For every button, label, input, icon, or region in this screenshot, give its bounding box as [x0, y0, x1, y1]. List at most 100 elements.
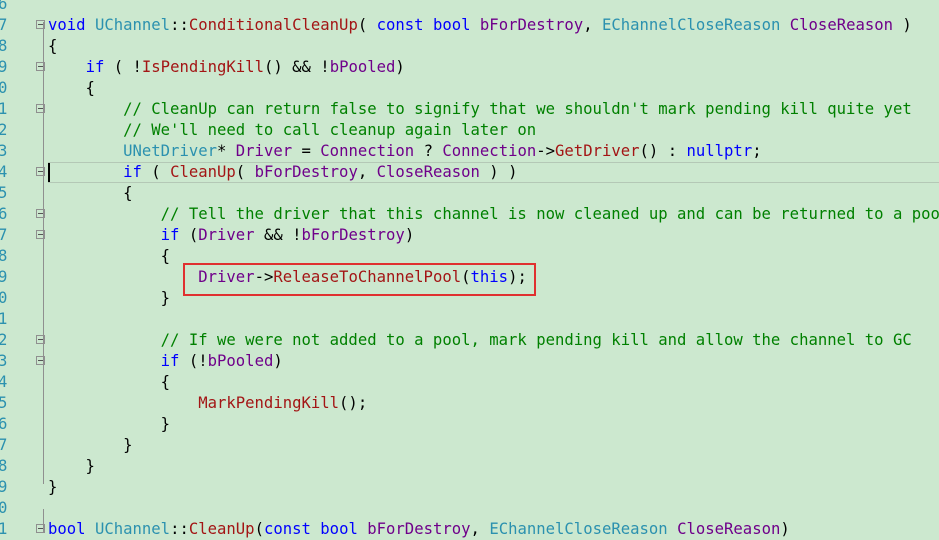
code-line[interactable]: 7 void UChannel::ConditionalCleanUp( cons…: [0, 15, 939, 36]
code-line[interactable]: 8 }: [0, 456, 939, 477]
code-token: ,: [470, 520, 490, 538]
code-token: {: [48, 79, 95, 97]
code-token: {: [48, 247, 171, 265]
line-number: 2: [0, 121, 8, 139]
code-token: void: [48, 16, 86, 34]
code-token: =: [292, 142, 321, 160]
code-line[interactable]: 8{: [0, 36, 939, 57]
code-line[interactable]: 9}: [0, 477, 939, 498]
code-text: bool UChannel::CleanUp(const bool bForDe…: [48, 519, 790, 540]
line-number: 4: [0, 373, 8, 391]
code-token: (!: [179, 352, 208, 370]
code-line[interactable]: 3 UNetDriver* Driver = Connection ? Conn…: [0, 141, 939, 162]
line-number: 2: [0, 331, 8, 349]
code-text: }: [48, 456, 95, 477]
code-token: && !: [254, 226, 302, 244]
code-token: CleanUp: [188, 520, 255, 538]
code-token: CleanUp: [170, 163, 236, 181]
code-token: IsPendingKill: [141, 58, 264, 76]
code-token: nullptr: [686, 142, 753, 160]
code-line[interactable]: 4 if ( CleanUp( bForDestroy, CloseReason…: [0, 162, 939, 183]
code-token: }: [48, 289, 171, 307]
line-number: 0: [0, 79, 8, 97]
code-token: EChannelCloseReason: [601, 16, 781, 34]
code-token: {: [48, 184, 133, 202]
code-line[interactable]: 0 {: [0, 78, 939, 99]
code-token: (: [235, 163, 255, 181]
code-token: // We'll need to call cleanup again late…: [123, 121, 537, 139]
code-line[interactable]: 7 if (Driver && !bForDestroy): [0, 225, 939, 246]
line-number: 7: [0, 436, 8, 454]
code-editor[interactable]: 6 7 void UChannel::ConditionalCleanUp( con…: [0, 0, 939, 538]
line-number: 9: [0, 268, 8, 286]
code-line[interactable]: 4 {: [0, 372, 939, 393]
code-line[interactable]: 2 // We'll need to call cleanup again la…: [0, 120, 939, 141]
code-token: CloseReason: [376, 163, 480, 181]
line-number: 0: [0, 499, 8, 517]
code-token: ): [395, 58, 405, 76]
code-token: {: [48, 37, 58, 55]
code-text: if ( !IsPendingKill() && !bPooled): [48, 57, 405, 78]
code-token: bPooled: [329, 58, 396, 76]
code-line[interactable]: 1: [0, 309, 939, 330]
code-token: {: [48, 373, 171, 391]
line-number: 5: [0, 184, 8, 202]
code-text: {: [48, 78, 95, 99]
code-line[interactable]: 0: [0, 498, 939, 519]
code-token: Connection: [442, 142, 537, 160]
line-number: 3: [0, 142, 8, 160]
code-token: if: [123, 163, 142, 181]
code-token: if: [85, 58, 105, 76]
code-line[interactable]: 9 if ( !IsPendingKill() && !bPooled): [0, 57, 939, 78]
code-line[interactable]: 1 // CleanUp can return false to signify…: [0, 99, 939, 120]
line-number: 0: [0, 289, 8, 307]
code-text: }: [48, 477, 57, 498]
code-token: ): [893, 16, 912, 34]
line-number: 8: [0, 37, 8, 55]
code-token: ,: [583, 16, 602, 34]
code-line[interactable]: 7 }: [0, 435, 939, 456]
code-token: (: [141, 163, 171, 181]
code-line[interactable]: 2 // If we were not added to a pool, mar…: [0, 330, 939, 351]
code-token: bForDestroy: [367, 520, 471, 538]
code-line[interactable]: 6 }: [0, 414, 939, 435]
code-line[interactable]: 5 {: [0, 183, 939, 204]
code-token: ): [273, 352, 283, 370]
code-line[interactable]: 3 if (!bPooled): [0, 351, 939, 372]
fold-guide: [43, 509, 44, 533]
code-token: Driver: [198, 226, 255, 244]
code-text: if (Driver && !bForDestroy): [48, 225, 415, 246]
line-number: 9: [0, 58, 8, 76]
code-line[interactable]: 1 bool UChannel::CleanUp(const bool bForD…: [0, 519, 939, 540]
code-token: bool: [432, 16, 471, 34]
code-text: {: [48, 372, 170, 393]
code-token: ();: [339, 394, 368, 412]
code-text: MarkPendingKill();: [48, 393, 367, 414]
code-text: // We'll need to call cleanup again late…: [48, 120, 536, 141]
code-line[interactable]: 6 // Tell the driver that this channel i…: [0, 204, 939, 225]
code-token: ) ): [479, 163, 518, 181]
line-number: 1: [0, 310, 8, 328]
code-line[interactable]: 6: [0, 0, 939, 15]
code-text: }: [48, 288, 170, 309]
code-token: ;: [752, 142, 762, 160]
code-token: }: [48, 478, 58, 496]
code-token: ,: [357, 163, 377, 181]
code-token: (: [179, 226, 199, 244]
code-text: // If we were not added to a pool, mark …: [48, 330, 912, 351]
code-token: ::: [170, 16, 189, 34]
code-line[interactable]: 5 MarkPendingKill();: [0, 393, 939, 414]
line-number: 7: [0, 226, 8, 244]
code-token: // If we were not added to a pool, mark …: [160, 331, 912, 349]
code-text: }: [48, 414, 170, 435]
